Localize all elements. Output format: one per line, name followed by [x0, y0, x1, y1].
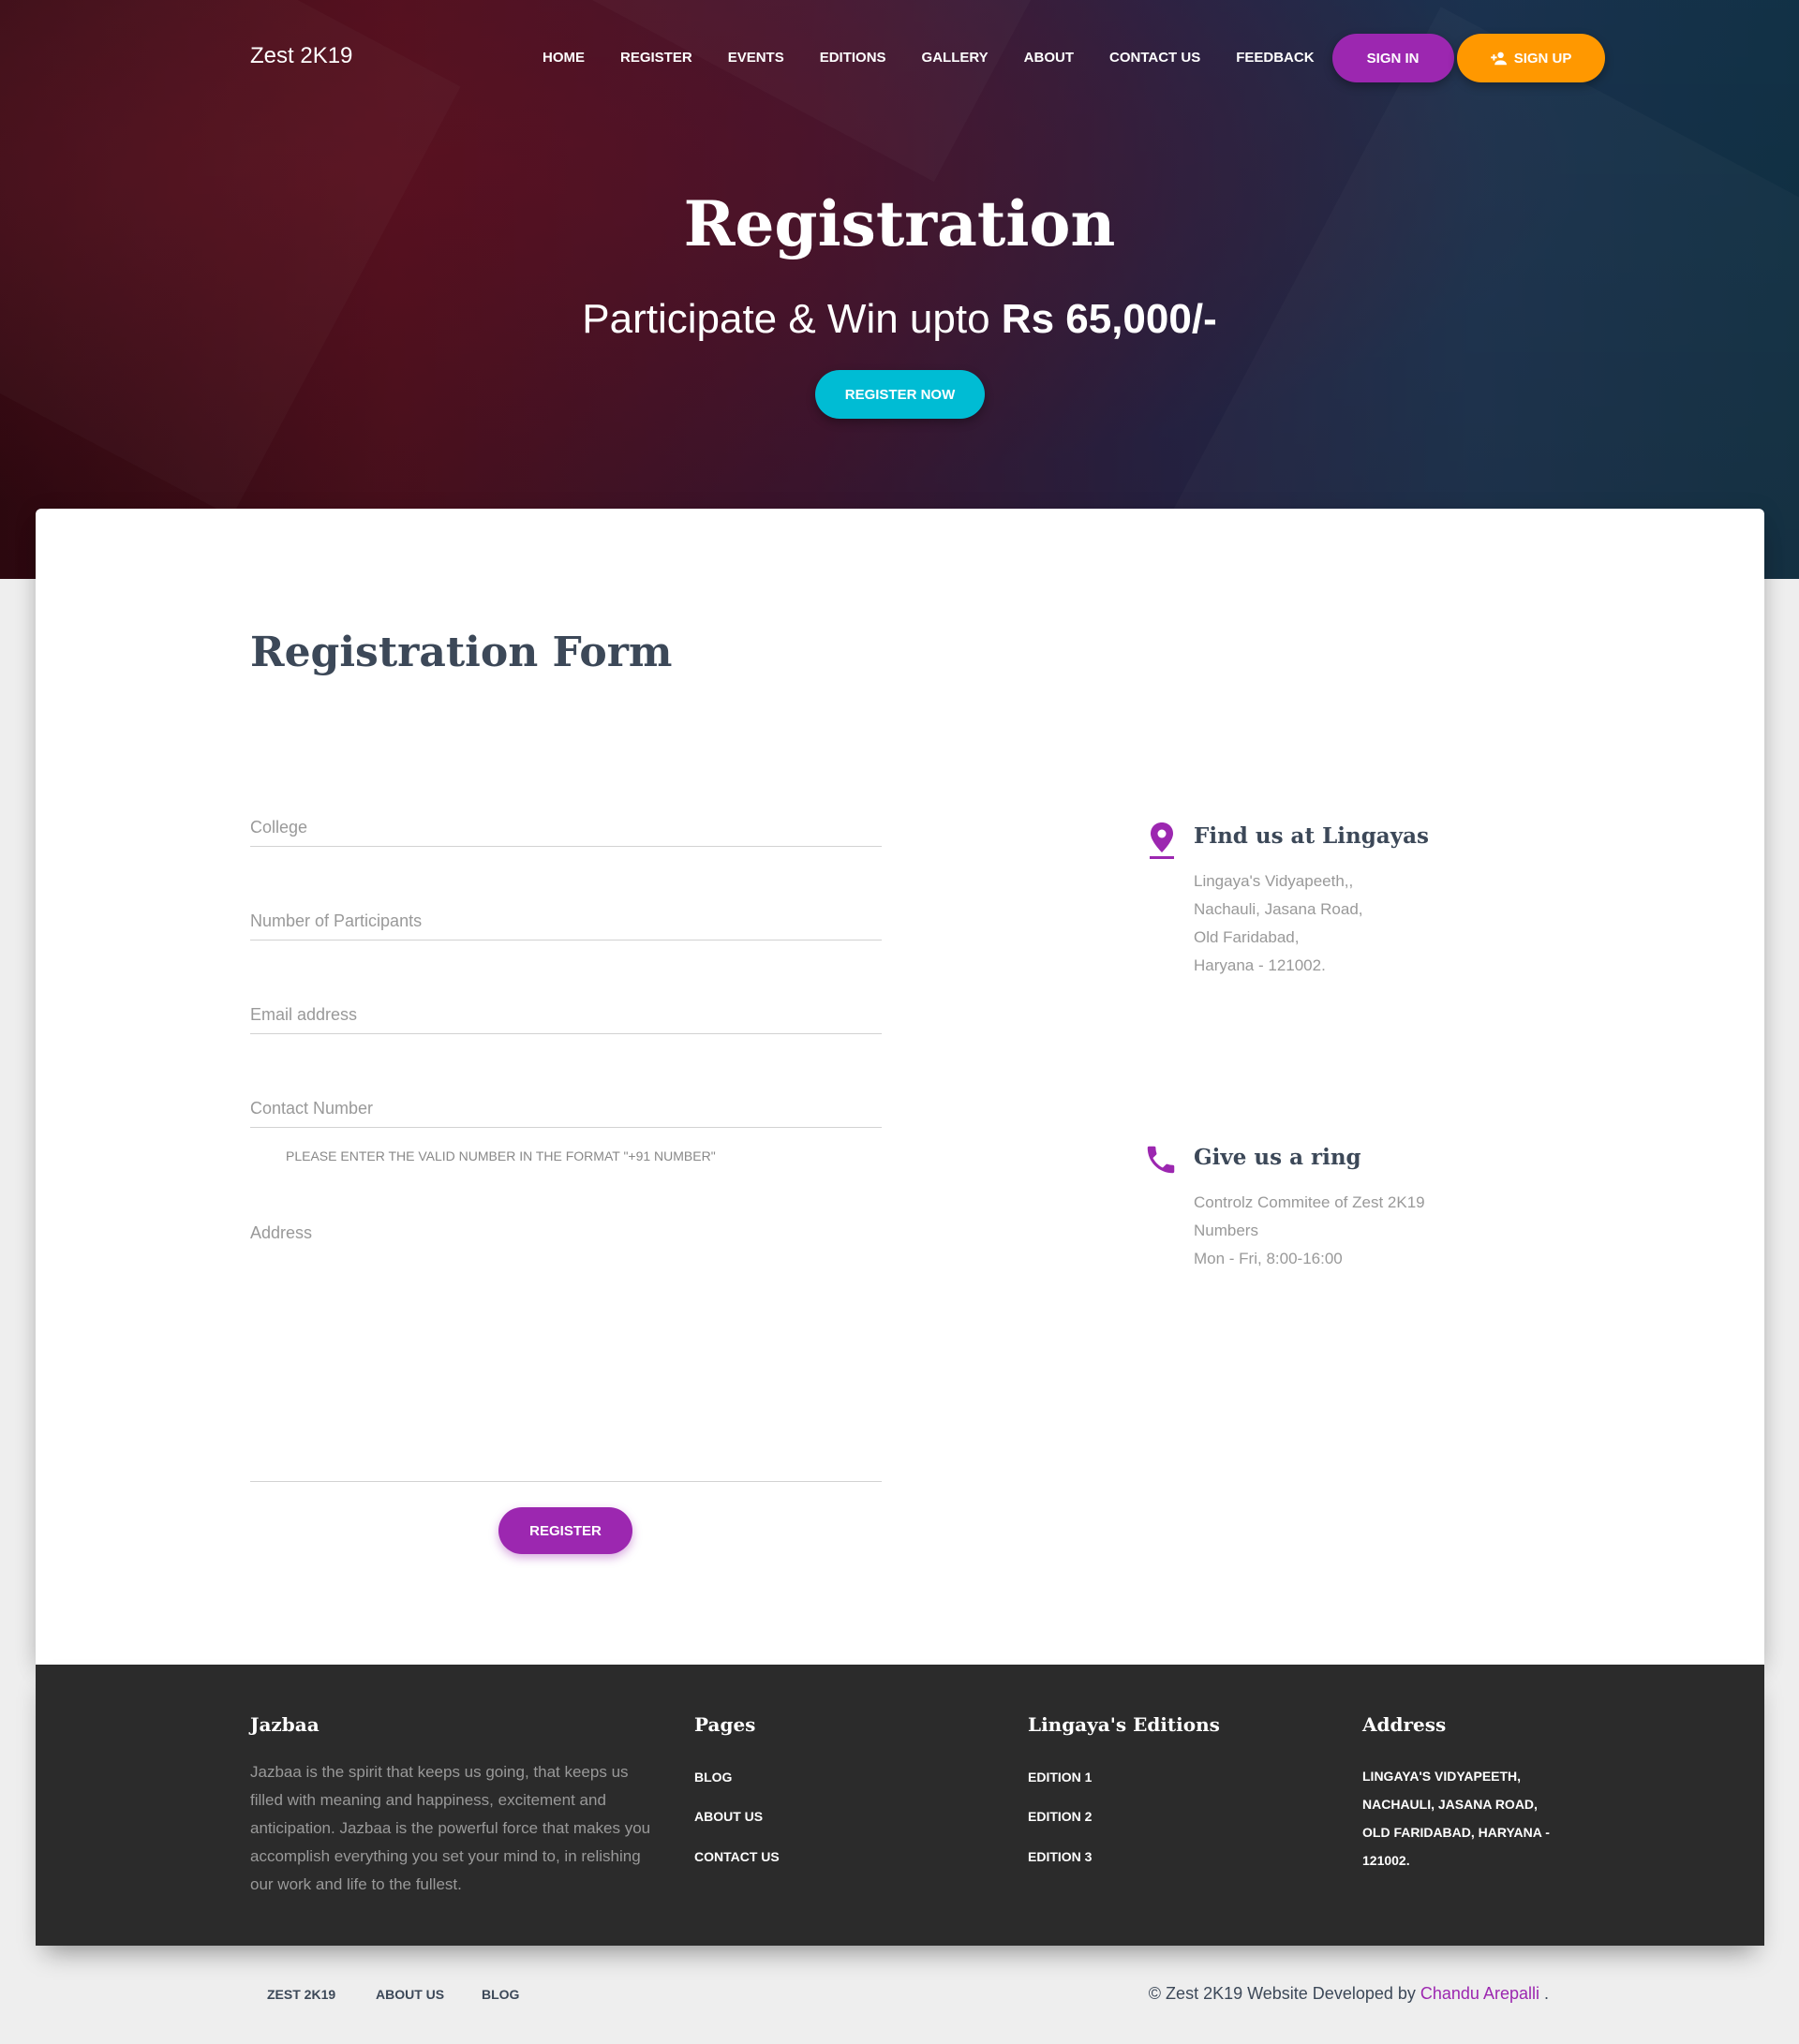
- footer-pages-title: Pages: [694, 1713, 756, 1736]
- nav-feedback[interactable]: FEEDBACK: [1218, 34, 1331, 82]
- bottom-link-zest[interactable]: ZEST 2K19: [267, 1987, 335, 2002]
- footer-link-blog[interactable]: BLOG: [694, 1770, 732, 1785]
- person-add-icon: [1490, 52, 1507, 66]
- location-line: Lingaya's Vidyapeeth,,: [1194, 872, 1354, 890]
- hero-subtitle-prefix: Participate & Win upto: [582, 296, 1002, 342]
- footer-address-title: Address: [1362, 1713, 1447, 1736]
- sign-in-button[interactable]: SIGN IN: [1331, 34, 1454, 82]
- location-pin-icon: [1150, 822, 1174, 859]
- nav-events[interactable]: EVENTS: [710, 34, 802, 82]
- footer-link-edition-3[interactable]: EDITION 3: [1028, 1849, 1092, 1864]
- footer-about-line: our work and life to the fullest.: [250, 1875, 462, 1893]
- contact-number-input[interactable]: Contact Number: [250, 1071, 882, 1128]
- footer-link-edition-1[interactable]: EDITION 1: [1028, 1770, 1092, 1785]
- register-now-label: REGISTER NOW: [844, 386, 956, 403]
- footer-address-line: LINGAYA'S VIDYAPEETH,: [1362, 1769, 1522, 1784]
- phone-line: Numbers: [1194, 1222, 1258, 1239]
- main-nav: HOME REGISTER EVENTS EDITIONS GALLERY AB…: [525, 34, 1605, 82]
- address-label: Address: [250, 1223, 313, 1242]
- sign-in-label: SIGN IN: [1366, 50, 1420, 67]
- phone-title: Give us a ring: [1194, 1145, 1361, 1170]
- footer-address-line: OLD FARIDABAD, HARYANA -: [1362, 1825, 1550, 1840]
- address-textarea[interactable]: Address: [250, 1223, 882, 1482]
- footer-address-line: NACHAULI, JASANA ROAD,: [1362, 1797, 1538, 1812]
- form-title: Registration Form: [250, 629, 673, 676]
- nav-contact-us[interactable]: CONTACT US: [1092, 34, 1218, 82]
- footer-about-line: accomplish everything you set your mind …: [250, 1847, 641, 1865]
- location-line: Old Faridabad,: [1194, 928, 1300, 946]
- hero-subtitle: Participate & Win upto Rs 65,000/-: [0, 296, 1799, 343]
- location-line: Haryana - 121002.: [1194, 956, 1326, 974]
- footer-about-line: anticipation. Jazbaa is the powerful for…: [250, 1819, 651, 1837]
- phone-line: Mon - Fri, 8:00-16:00: [1194, 1250, 1343, 1267]
- contact-helper-text: PLEASE ENTER THE VALID NUMBER IN THE FOR…: [286, 1148, 716, 1163]
- nav-about[interactable]: ABOUT: [1006, 34, 1092, 82]
- nav-home[interactable]: HOME: [525, 34, 602, 82]
- college-label: College: [250, 818, 308, 837]
- participants-input[interactable]: Number of Participants: [250, 883, 882, 941]
- footer-address-line: 121002.: [1362, 1853, 1410, 1868]
- bg-shape: [1159, 7, 1799, 579]
- college-input[interactable]: College: [250, 790, 882, 847]
- footer-link-about-us[interactable]: ABOUT US: [694, 1809, 763, 1824]
- copyright: © Zest 2K19 Website Developed by Chandu …: [1149, 1984, 1549, 2004]
- bg-shape: [587, 0, 1119, 182]
- author-link[interactable]: Chandu Arepalli: [1420, 1984, 1539, 2003]
- location-line: Nachauli, Jasana Road,: [1194, 900, 1363, 918]
- bottom-link-about-us[interactable]: ABOUT US: [376, 1987, 444, 2002]
- bottom-link-blog[interactable]: BLOG: [482, 1987, 519, 2002]
- prize-amount: Rs 65,000/-: [1001, 296, 1217, 342]
- phone-icon: [1147, 1146, 1175, 1174]
- email-label: Email address: [250, 1005, 358, 1024]
- nav-register[interactable]: REGISTER: [602, 34, 710, 82]
- register-label: REGISTER: [529, 1522, 602, 1539]
- footer-about-line: Jazbaa is the spirit that keeps us going…: [250, 1763, 629, 1781]
- page-title: Registration: [683, 187, 1116, 260]
- copyright-suffix: .: [1539, 1984, 1549, 2003]
- phone-line: Controlz Commitee of Zest 2K19: [1194, 1193, 1425, 1211]
- nav-gallery[interactable]: GALLERY: [904, 34, 1006, 82]
- footer-link-contact-us[interactable]: CONTACT US: [694, 1849, 780, 1864]
- footer-about-line: filled with meaning and happiness, excit…: [250, 1791, 606, 1809]
- contact-number-label: Contact Number: [250, 1099, 374, 1118]
- sign-up-button[interactable]: SIGN UP: [1456, 34, 1605, 82]
- nav-editions[interactable]: EDITIONS: [802, 34, 904, 82]
- copyright-text: © Zest 2K19 Website Developed by: [1148, 1984, 1420, 2003]
- footer-link-edition-2[interactable]: EDITION 2: [1028, 1809, 1092, 1824]
- sign-up-label: SIGN UP: [1513, 50, 1572, 67]
- register-now-button[interactable]: REGISTER NOW: [815, 370, 985, 419]
- footer-editions-title: Lingaya's Editions: [1028, 1713, 1220, 1736]
- footer: Jazbaa Jazbaa is the spirit that keeps u…: [36, 1665, 1764, 1946]
- location-title: Find us at Lingayas: [1194, 823, 1429, 849]
- main-card: Registration Form College Number of Part…: [36, 509, 1764, 1665]
- hero-banner: Zest 2K19 HOME REGISTER EVENTS EDITIONS …: [0, 0, 1799, 579]
- register-button[interactable]: REGISTER: [498, 1507, 632, 1554]
- footer-about-title: Jazbaa: [250, 1713, 320, 1736]
- email-input[interactable]: Email address: [250, 977, 882, 1034]
- participants-label: Number of Participants: [250, 911, 423, 930]
- brand-logo[interactable]: Zest 2K19: [250, 43, 352, 69]
